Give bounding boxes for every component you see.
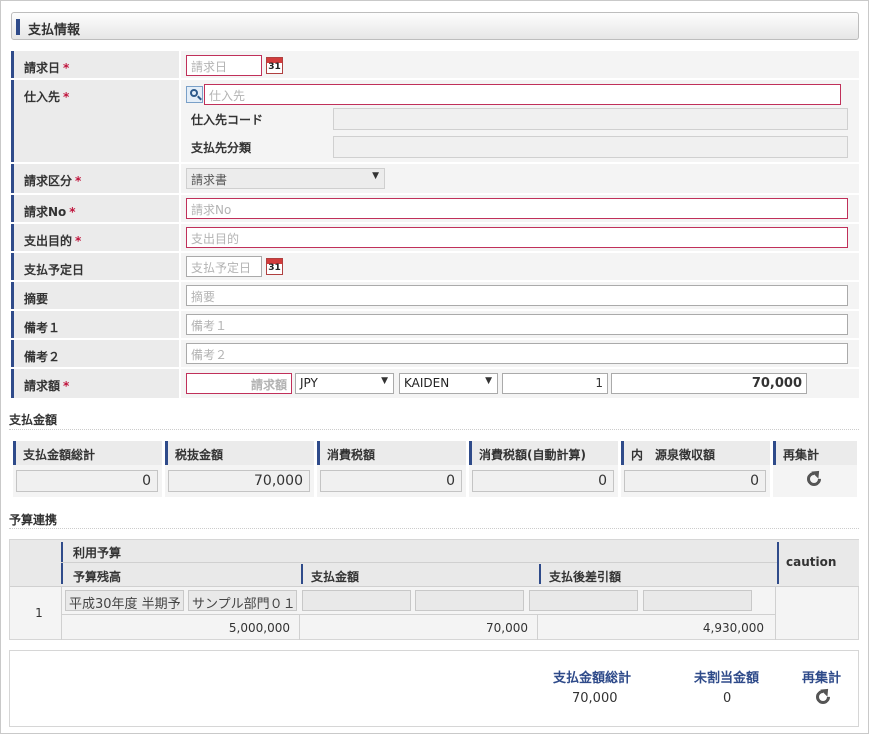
- col-budget-payment: 支払金額: [311, 570, 360, 584]
- divider: [9, 528, 859, 529]
- col-tax: 消費税額: [317, 441, 466, 465]
- supplier-input[interactable]: 仕入先: [204, 84, 841, 105]
- budget-department-field[interactable]: サンプル部門０１: [188, 590, 297, 611]
- row-supplier: 仕入先 * 仕入先 仕入先コード 支払先分類: [11, 80, 859, 162]
- supplier-code-field: [333, 108, 848, 130]
- budget-balance-value: 5,000,000: [228, 621, 290, 635]
- label-invoice-type: 請求区分 *: [24, 174, 82, 188]
- budget-period-field[interactable]: 平成30年度 半期予: [65, 590, 184, 611]
- budget-grid: 利用予算 予算残高 支払金額 支払後差引額 caution 1 平成30年度 半…: [9, 539, 859, 640]
- exchange-rate-input[interactable]: 1: [502, 373, 608, 394]
- calendar-icon[interactable]: 31: [266, 57, 283, 74]
- budget-group-header: 利用予算: [73, 546, 122, 560]
- label-planned-date: 支払予定日: [24, 263, 85, 277]
- summary-recalc-label[interactable]: 再集計: [802, 667, 841, 686]
- col-pre-tax: 税抜金額: [165, 441, 314, 465]
- tax-auto-value: 0: [472, 470, 614, 492]
- label-purpose: 支出目的 *: [24, 234, 82, 248]
- row-invoice-type: 請求区分 * 請求書 ▼: [11, 164, 859, 193]
- note2-input[interactable]: 備考２: [186, 343, 848, 364]
- budget-field-6[interactable]: [643, 590, 752, 611]
- row-note2: 備考２ 備考２: [11, 340, 859, 367]
- payee-class-label: 支払先分類: [191, 141, 252, 155]
- summary-unallocated-value: 0: [723, 691, 732, 706]
- label-invoice-no: 請求No *: [24, 205, 76, 219]
- refresh-icon[interactable]: [813, 685, 833, 707]
- summary-total-label: 支払金額総計: [553, 671, 632, 686]
- row-amount: 請求額 * 請求額 JPY ▼ KAIDEN ▼ 1 70,000: [11, 369, 859, 398]
- payee-class-field: [333, 136, 848, 158]
- summary-input[interactable]: 摘要: [186, 285, 848, 306]
- converted-amount-input[interactable]: 70,000: [611, 373, 807, 394]
- chevron-down-icon: ▼: [381, 376, 388, 386]
- col-total-payment: 支払金額総計: [13, 441, 162, 465]
- label-amount: 請求額 *: [24, 379, 70, 393]
- section-title: 支払情報: [28, 23, 81, 38]
- label-summary: 摘要: [24, 292, 49, 306]
- label-supplier: 仕入先 *: [24, 90, 70, 104]
- row-note1: 備考１ 備考１: [11, 311, 859, 338]
- supplier-code-label: 仕入先コード: [191, 113, 264, 127]
- title-accent: [16, 19, 20, 35]
- section-title-bar: 支払情報: [11, 12, 859, 40]
- budget-after-value: 4,930,000: [702, 621, 764, 635]
- summary-unallocated-label: 未割当金額: [694, 671, 760, 686]
- amount-input[interactable]: 請求額: [186, 373, 292, 394]
- chevron-down-icon: ▼: [372, 171, 379, 181]
- col-caution: caution: [786, 555, 837, 569]
- payment-info-panel: 支払情報 請求日 * 請求日 31 仕入先 * 仕入先 仕入先コード 支払先分類 請…: [0, 0, 869, 734]
- invoice-no-input[interactable]: 請求No: [186, 198, 848, 219]
- col-budget-balance: 予算残高: [73, 570, 122, 584]
- planned-date-input[interactable]: 支払予定日: [186, 256, 262, 277]
- label-invoice-date: 請求日 *: [24, 61, 70, 75]
- withholding-value: 0: [624, 470, 766, 492]
- note1-input[interactable]: 備考１: [186, 314, 848, 335]
- pre-tax-value: 70,000: [168, 470, 310, 492]
- rate-type-select[interactable]: KAIDEN ▼: [399, 373, 498, 394]
- search-icon[interactable]: [186, 86, 203, 103]
- payment-amount-heading: 支払金額: [9, 413, 58, 427]
- label-note2: 備考２: [24, 350, 61, 364]
- col-withholding: 内 源泉徴収額: [621, 441, 770, 465]
- col-tax-auto: 消費税額(自動計算): [469, 441, 618, 465]
- invoice-date-input[interactable]: 請求日: [186, 55, 262, 76]
- budget-field-3[interactable]: [302, 590, 411, 611]
- budget-field-4[interactable]: [415, 590, 524, 611]
- budget-field-5[interactable]: [529, 590, 638, 611]
- summary-panel: 支払金額総計 70,000 未割当金額 0 再集計: [9, 650, 859, 727]
- label-note1: 備考１: [24, 321, 61, 335]
- budget-payment-value: 70,000: [486, 621, 528, 635]
- row-purpose: 支出目的 * 支出目的: [11, 224, 859, 251]
- currency-select[interactable]: JPY ▼: [295, 373, 394, 394]
- row-invoice-no: 請求No * 請求No: [11, 195, 859, 222]
- calendar-icon[interactable]: 31: [266, 258, 283, 275]
- invoice-type-select[interactable]: 請求書 ▼: [186, 168, 385, 189]
- budget-row-index: 1: [35, 606, 43, 620]
- row-invoice-date: 請求日 * 請求日 31: [11, 51, 859, 78]
- col-recalc: 再集計: [773, 441, 857, 465]
- summary-total-value: 70,000: [572, 691, 618, 706]
- refresh-icon[interactable]: [804, 467, 824, 489]
- row-planned-date: 支払予定日 支払予定日 31: [11, 253, 859, 280]
- budget-heading: 予算連携: [9, 513, 58, 527]
- purpose-input[interactable]: 支出目的: [186, 227, 848, 248]
- total-payment-value: 0: [16, 470, 158, 492]
- tax-value: 0: [320, 470, 462, 492]
- chevron-down-icon: ▼: [485, 376, 492, 386]
- col-budget-after: 支払後差引額: [549, 570, 622, 584]
- divider: [9, 429, 859, 430]
- row-summary: 摘要 摘要: [11, 282, 859, 309]
